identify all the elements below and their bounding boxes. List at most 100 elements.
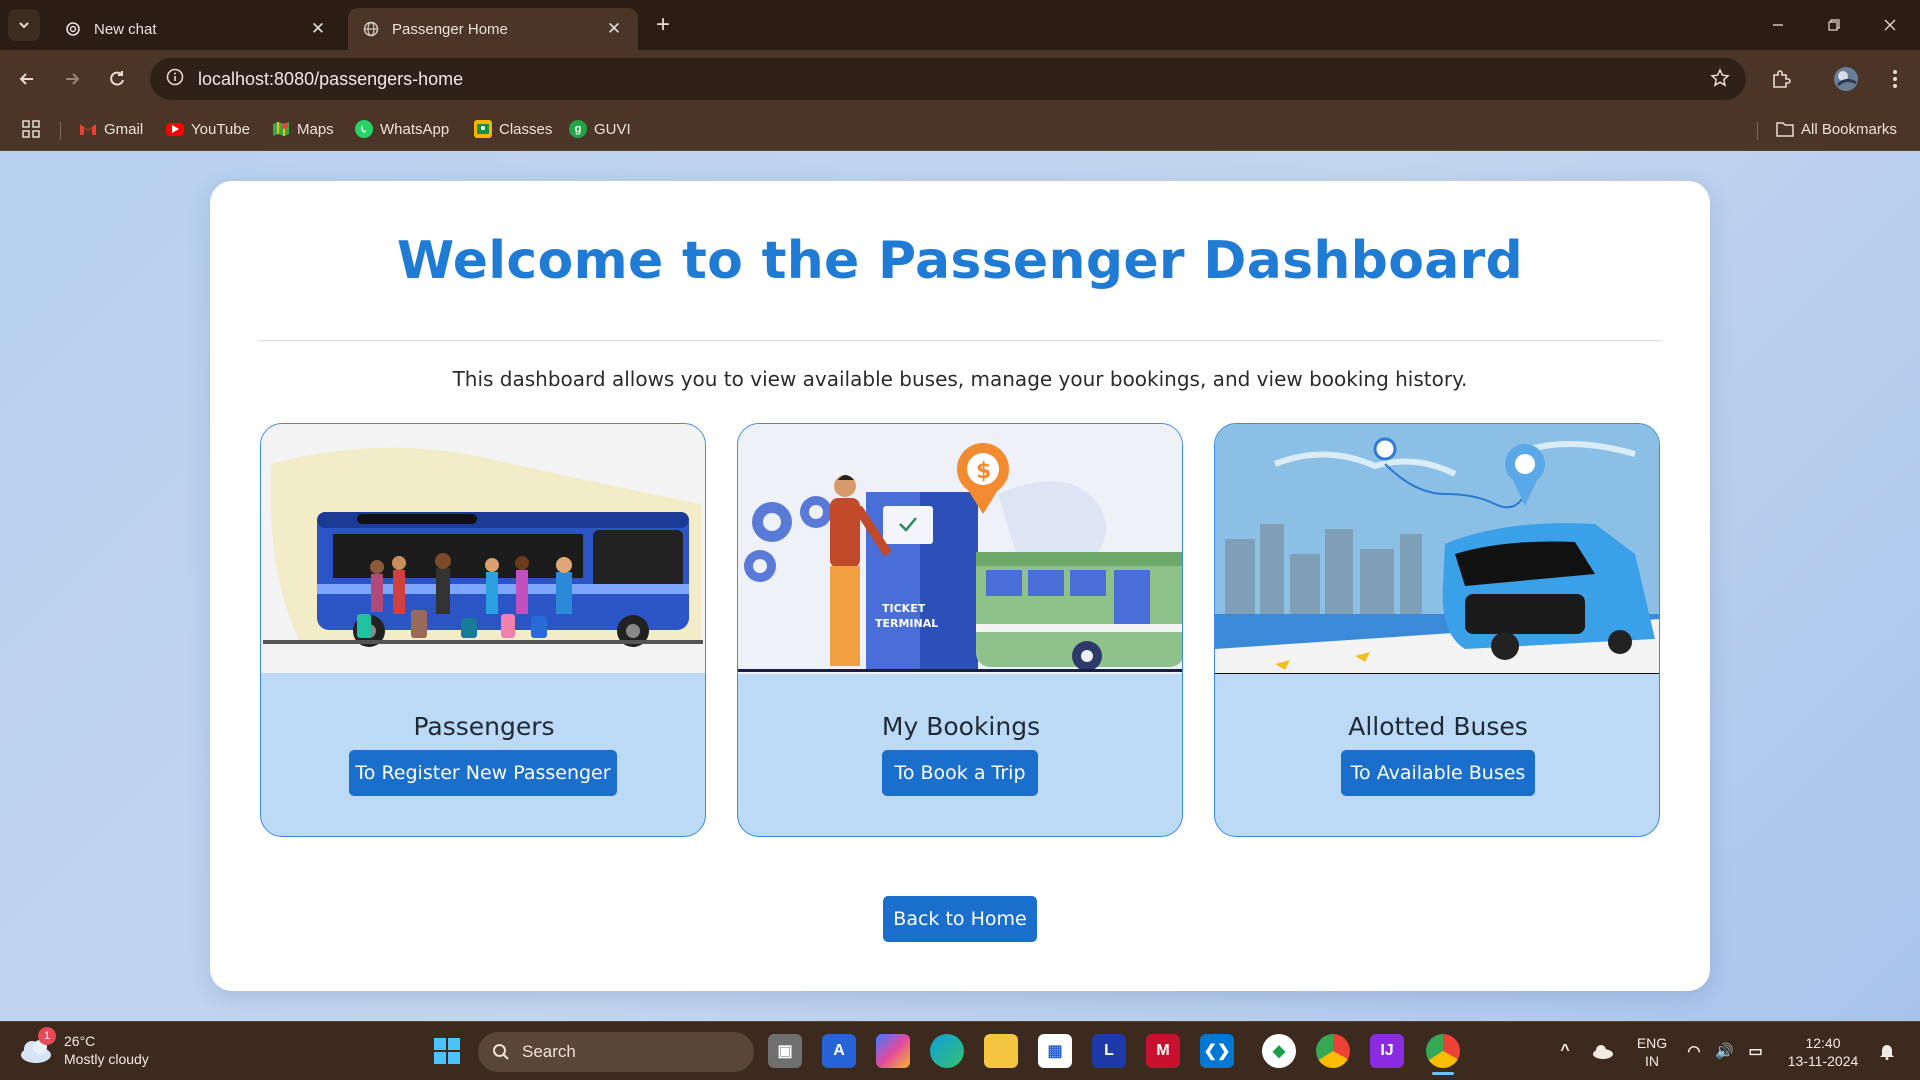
task-view-icon[interactable]: ▣: [768, 1034, 802, 1068]
mcafee-icon[interactable]: M: [1146, 1034, 1180, 1068]
restore-icon[interactable]: [1814, 10, 1854, 40]
battery-icon: ▭: [1748, 1043, 1763, 1060]
wifi-icon: ◠: [1687, 1043, 1701, 1060]
language-code: ENG: [1636, 1035, 1668, 1051]
bookmark-gmail[interactable]: Gmail: [79, 118, 143, 140]
bookmark-label: WhatsApp: [380, 120, 450, 138]
close-window-icon[interactable]: [1870, 10, 1910, 40]
page-description: This dashboard allows you to view availa…: [452, 367, 1468, 391]
passengers-card: Passengers To Register New Passenger: [260, 423, 706, 837]
site-info-icon[interactable]: [166, 68, 184, 91]
chevron-up-icon[interactable]: ^: [1548, 1034, 1582, 1068]
intellij-icon[interactable]: IJ: [1370, 1034, 1404, 1068]
divider: [260, 340, 1660, 341]
allotted-buses-card: Allotted Buses To Available Buses: [1214, 423, 1660, 837]
bookmark-classes[interactable]: Classes: [474, 118, 552, 140]
back-to-home-button[interactable]: Back to Home: [883, 896, 1037, 942]
apps-grid-icon[interactable]: [22, 118, 40, 140]
browser-toolbar: localhost:8080/passengers-home: [0, 50, 1920, 108]
vscode-icon[interactable]: ❮❯: [1200, 1034, 1234, 1068]
book-trip-button[interactable]: To Book a Trip: [882, 750, 1038, 796]
close-tab-icon[interactable]: ✕: [604, 19, 624, 39]
maps-icon: [272, 120, 290, 138]
notification-bell-icon[interactable]: [1870, 1034, 1904, 1068]
ticket-terminal-illustration: TICKET TERMINAL $: [738, 424, 1182, 674]
url-text: localhost:8080/passengers-home: [198, 68, 464, 89]
gmail-icon: [79, 120, 97, 138]
bookmark-label: YouTube: [191, 120, 250, 138]
dashboard-card: Welcome to the Passenger Dashboard This …: [210, 181, 1710, 991]
notification-badge: 1: [38, 1027, 56, 1045]
close-tab-icon[interactable]: ✕: [308, 19, 328, 39]
available-buses-button[interactable]: To Available Buses: [1341, 750, 1535, 796]
bookmark-guvi[interactable]: g GUVI: [569, 118, 631, 140]
chevron-down-icon: [19, 22, 29, 29]
bookmark-maps[interactable]: Maps: [272, 118, 334, 140]
app-leaf-icon[interactable]: ◆: [1262, 1034, 1296, 1068]
windows-taskbar: 1 26°C Mostly cloudy Search ▣ A ▦ L M ❮❯…: [0, 1021, 1920, 1080]
more-options-icon[interactable]: [1880, 64, 1910, 94]
all-bookmarks-button[interactable]: All Bookmarks: [1776, 118, 1897, 140]
bookmark-label: GUVI: [594, 120, 631, 138]
tab-search-dropdown-button[interactable]: [8, 9, 40, 41]
bookmarks-bar: Gmail YouTube Maps WhatsApp Classes g GU…: [0, 108, 1920, 151]
region-code: IN: [1645, 1053, 1659, 1069]
search-icon: [493, 1044, 509, 1060]
back-arrow-icon[interactable]: [12, 64, 42, 94]
openai-icon: [64, 20, 82, 38]
bookmark-label: Classes: [499, 120, 553, 138]
divider: [60, 122, 61, 140]
volume-icon: 🔊: [1715, 1043, 1734, 1060]
bookmark-whatsapp[interactable]: WhatsApp: [355, 118, 449, 140]
active-app-indicator: [1432, 1072, 1454, 1075]
search-placeholder: Search: [522, 1042, 576, 1061]
classroom-icon: [474, 120, 492, 138]
onedrive-cloud-icon[interactable]: [1586, 1034, 1620, 1068]
new-tab-plus-icon[interactable]: +: [650, 11, 676, 38]
terminal-label-2: TERMINAL: [875, 617, 938, 630]
language-indicator[interactable]: ENG IN: [1632, 1034, 1672, 1070]
my-bookings-card: TICKET TERMINAL $ My Bookings To Book a …: [737, 423, 1183, 837]
weather-widget[interactable]: 1 26°C Mostly cloudy: [18, 1027, 149, 1068]
weather-temperature: 26°C: [64, 1033, 96, 1049]
tab-new-chat[interactable]: New chat ✕: [50, 8, 342, 50]
bookmark-star-icon[interactable]: [1710, 68, 1730, 93]
clock[interactable]: 12:40 13-11-2024: [1780, 1034, 1866, 1070]
chrome-active-icon[interactable]: [1426, 1034, 1460, 1068]
chrome-icon[interactable]: [1316, 1034, 1350, 1068]
whatsapp-icon: [355, 120, 373, 138]
folder-icon: [1776, 120, 1794, 138]
system-tray-wifi-volume-battery[interactable]: ◠ 🔊 ▭: [1680, 1034, 1770, 1068]
passengers-with-bus-illustration: [261, 424, 705, 674]
file-explorer-icon[interactable]: [984, 1034, 1018, 1068]
card-title: My Bookings: [881, 712, 1041, 741]
bus-route-city-illustration: [1215, 424, 1659, 674]
card-title: Passengers: [413, 712, 555, 741]
minimize-icon[interactable]: [1758, 10, 1798, 40]
weather-description: Mostly cloudy: [64, 1051, 149, 1067]
register-passenger-button[interactable]: To Register New Passenger: [349, 750, 617, 796]
bookmark-label: Maps: [297, 120, 334, 138]
edge-icon[interactable]: [930, 1034, 964, 1068]
windows-start-icon[interactable]: [430, 1034, 464, 1068]
cloud-icon: 1: [18, 1027, 56, 1065]
app-icon[interactable]: A: [822, 1034, 856, 1068]
copilot-icon[interactable]: [876, 1034, 910, 1068]
extensions-puzzle-icon[interactable]: [1766, 64, 1796, 94]
microsoft-store-icon[interactable]: ▦: [1038, 1034, 1072, 1068]
profile-avatar[interactable]: [1831, 64, 1861, 94]
tab-title: Passenger Home: [392, 20, 508, 38]
tab-passenger-home[interactable]: Passenger Home ✕: [348, 8, 638, 50]
forward-arrow-icon[interactable]: [57, 64, 87, 94]
tab-title: New chat: [94, 20, 157, 38]
reload-icon[interactable]: [102, 64, 132, 94]
page-background: Welcome to the Passenger Dashboard This …: [0, 151, 1920, 1021]
all-bookmarks-label: All Bookmarks: [1801, 120, 1897, 138]
youtube-icon: [166, 122, 184, 136]
browser-tab-bar: New chat ✕ Passenger Home ✕ +: [0, 0, 1920, 50]
bookmark-youtube[interactable]: YouTube: [166, 118, 250, 140]
taskbar-search[interactable]: Search: [478, 1032, 754, 1072]
app-l-icon[interactable]: L: [1092, 1034, 1126, 1068]
address-bar[interactable]: localhost:8080/passengers-home: [150, 58, 1746, 100]
page-title: Welcome to the Passenger Dashboard: [396, 231, 1524, 291]
